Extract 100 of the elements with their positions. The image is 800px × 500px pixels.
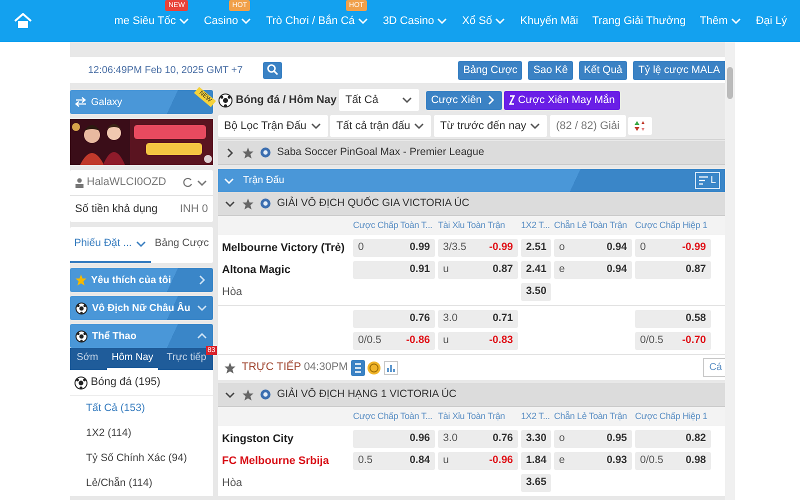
team-name: Kingston City — [222, 432, 294, 447]
list-sort-icon — [698, 176, 708, 185]
soccer-ball-icon — [75, 330, 88, 342]
market-item[interactable]: Tỷ Số Chính Xác (94) — [70, 446, 213, 471]
balance-label: Số tiền khả dụng — [75, 202, 158, 217]
league-count[interactable]: (82 / 82) Giải — [550, 114, 626, 138]
column-header: 1X2 T... — [521, 220, 550, 230]
scrollbar[interactable] — [725, 42, 735, 500]
draw-label: Hòa — [222, 476, 242, 491]
balance-value: INH 0 — [180, 202, 208, 217]
odds-cell[interactable]: u -0.83 — [438, 332, 518, 350]
league-row[interactable]: Saba Soccer PinGoal Max - Premier League — [218, 141, 725, 165]
toolbar-button[interactable]: Kết Quả — [578, 60, 628, 80]
filter-select[interactable]: Tất Cả — [339, 88, 420, 112]
live-label: TRỰC TIẾP — [242, 359, 302, 376]
search-icon — [266, 64, 278, 76]
kickoff-time: 04:30PM — [304, 360, 348, 376]
galaxy-label: Galaxy — [91, 96, 122, 110]
filter-dropdown[interactable]: Bộ Lọc Trận Đấu — [218, 114, 328, 138]
market-item[interactable]: Tất Cả (153) — [70, 396, 213, 421]
coin-icon[interactable] — [367, 360, 382, 374]
team-name: FC Melbourne Srbija — [222, 454, 329, 469]
odds-cell[interactable]: 1.84 — [521, 452, 551, 470]
sort-button[interactable] — [628, 117, 652, 135]
soccer-ball-icon — [74, 376, 88, 390]
odds-cell[interactable]: 3.0 0.71 — [438, 310, 518, 328]
odds-cell[interactable]: 3.0 0.76 — [438, 430, 518, 448]
slip-tab[interactable]: Phiếu Đặt ... — [70, 227, 151, 263]
odds-cell[interactable]: 0.87 — [635, 261, 711, 279]
odds-cell[interactable]: 0.5 0.84 — [353, 452, 435, 470]
odds-cell[interactable]: e 0.94 — [554, 261, 632, 279]
section-bar: Trận Đấu L — [218, 169, 725, 192]
odds-cell[interactable]: 3.30 — [521, 430, 551, 448]
star-icon — [224, 362, 236, 374]
odds-cell[interactable]: 0.58 — [635, 310, 711, 328]
search-button[interactable] — [262, 62, 282, 78]
column-header: Cược Chấp Hiệp 1 — [635, 411, 708, 422]
bar-chart-icon[interactable] — [384, 360, 398, 374]
slip-tab[interactable]: Bảng Cược — [150, 227, 213, 263]
league-emblem-icon — [260, 198, 271, 209]
user-icon — [75, 178, 84, 188]
team-name: Altona Magic — [222, 262, 290, 278]
clock-text: 12:06:49PM Feb 10, 2025 GMT +7 — [88, 64, 243, 78]
odds-cell[interactable]: u 0.87 — [438, 261, 518, 279]
odds-cell[interactable]: 2.51 — [521, 239, 551, 257]
sort-button[interactable]: L — [694, 172, 720, 189]
swap-icon — [75, 97, 87, 107]
odds-cell[interactable]: 0.82 — [635, 430, 711, 448]
odds-cell[interactable]: 0.96 — [353, 430, 435, 448]
odds-cell[interactable]: 0/0.5 -0.86 — [353, 332, 435, 350]
soccer-ball-icon — [75, 302, 88, 314]
star-icon — [75, 274, 87, 286]
league-row[interactable]: GIẢI VÔ ĐỊCH QUỐC GIA VICTORIA ÚC — [218, 192, 725, 216]
market-item[interactable]: 1X2 (114) — [70, 421, 213, 446]
odds-cell[interactable]: o 0.94 — [554, 239, 632, 257]
star-icon — [242, 146, 254, 158]
column-header: Cược Chấp Hiệp 1 — [635, 220, 708, 230]
sport-tab[interactable]: Sớm — [72, 350, 104, 370]
column-header: Chẵn Lẻ Toàn Trận — [554, 220, 627, 230]
username-text: HalaWLCI0OZD — [86, 175, 166, 190]
team-name: Melbourne Victory (Trẻ) — [222, 240, 345, 256]
column-header: Chẵn Lẻ Toàn Trận — [554, 411, 627, 422]
odds-cell[interactable]: 0.91 — [353, 261, 435, 279]
odds-cell[interactable]: 3.65 — [521, 474, 551, 492]
column-header: Tài Xỉu Toàn Trận — [438, 411, 505, 422]
page-title: Bóng đá / Hôm Nay — [236, 92, 337, 108]
odds-cell[interactable]: 2.41 — [521, 261, 551, 279]
league-row[interactable]: GIẢI VÔ ĐỊCH HẠNG 1 VICTORIA ÚC — [218, 383, 725, 407]
odds-cell[interactable]: 0 -0.99 — [635, 239, 711, 257]
filter-dropdown[interactable]: Tất cả trận đấu — [330, 114, 432, 138]
refresh-icon[interactable] — [182, 177, 194, 188]
draw-label: Hòa — [222, 284, 242, 300]
parlay-button[interactable]: Cược Xiên — [426, 90, 502, 110]
column-header: Tài Xỉu Toàn Trận — [438, 220, 505, 230]
sport-item[interactable]: Bóng đá (195) — [70, 370, 213, 396]
lucky-parlay-button[interactable]: Cược Xiên May Mắn — [504, 90, 620, 110]
odds-cell[interactable]: u -0.96 — [438, 452, 518, 470]
odds-cell[interactable]: o 0.95 — [554, 430, 632, 448]
column-header: 1X2 T... — [521, 411, 550, 422]
star-icon — [242, 198, 254, 210]
toolbar-button[interactable]: Bảng Cược — [458, 60, 522, 80]
odds-cell[interactable]: 3/3.5 -0.99 — [438, 239, 518, 257]
league-emblem-icon — [260, 389, 271, 400]
column-header: Cược Chấp Toàn T... — [353, 411, 432, 422]
column-header: Cược Chấp Toàn T... — [353, 220, 432, 230]
odds-cell[interactable]: 0/0.5 -0.70 — [635, 332, 711, 350]
odds-cell[interactable]: 0 0.99 — [353, 239, 435, 257]
filter-dropdown[interactable]: Từ trước đến nay — [434, 114, 548, 138]
league-emblem-icon — [260, 147, 271, 158]
home-icon — [14, 13, 32, 29]
toolbar-button[interactable]: Tỷ lệ cược MALA — [633, 60, 725, 80]
soccer-ball-icon — [218, 92, 233, 108]
market-item[interactable]: Lẻ/Chẵn (114) — [70, 471, 213, 496]
odds-cell[interactable]: 3.50 — [521, 283, 551, 301]
odds-cell[interactable]: 0.76 — [353, 310, 435, 328]
sort-icon — [634, 120, 646, 132]
odds-cell[interactable]: 0/0.5 0.98 — [635, 452, 711, 470]
odds-cell[interactable]: e 0.93 — [554, 452, 632, 470]
zigzag-icon — [509, 95, 516, 105]
toolbar-button[interactable]: Sao Kê — [528, 60, 573, 80]
